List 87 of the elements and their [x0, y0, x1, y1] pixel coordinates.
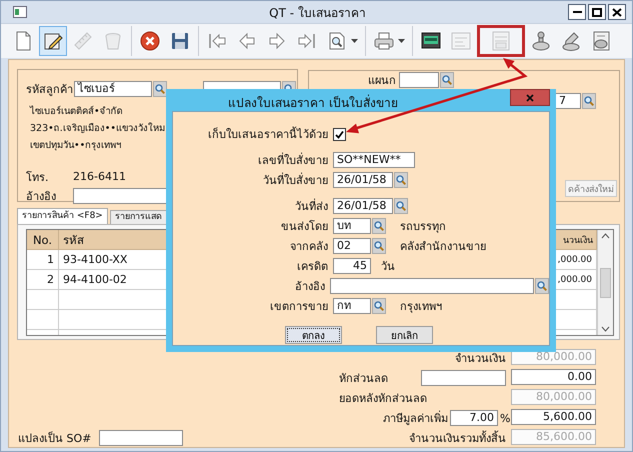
field-label: ภาษีมูลค่าเพิ่ม — [383, 410, 448, 427]
search-icon — [374, 241, 384, 251]
field-label: เก็บใบเสนอราคานี้ไว้ด้วย — [207, 126, 328, 143]
action-button[interactable]: ดค้างส่งใหม่ — [565, 180, 617, 197]
field-label: รหัสลูกค้า — [26, 82, 74, 98]
minimize-button[interactable] — [568, 4, 586, 20]
search-button[interactable] — [372, 298, 386, 314]
input-field[interactable]: ไซเบอร์ — [74, 80, 152, 96]
search-icon — [396, 201, 406, 211]
field-label: อ้างอิง — [26, 188, 57, 204]
scroll-down-icon[interactable] — [601, 326, 610, 332]
minimize-icon — [572, 11, 582, 13]
maximize-button[interactable] — [588, 4, 606, 20]
ruler-icon — [72, 30, 94, 52]
scrollbar-thumb[interactable] — [600, 268, 611, 298]
phone-number: 216-6411 — [73, 170, 126, 183]
dialog-button[interactable]: ตกลง — [285, 326, 342, 344]
search-icon — [155, 84, 165, 94]
window-title: QT - ใบเสนอราคา — [268, 4, 367, 22]
input-field[interactable]: บท — [333, 218, 371, 234]
input-field[interactable]: 5,600.00 — [511, 409, 596, 425]
search-icon — [537, 281, 547, 291]
form-icon — [450, 30, 472, 52]
search-icon — [584, 96, 594, 106]
table-cell: 2 — [27, 270, 59, 290]
search-icon — [396, 175, 406, 185]
input-field[interactable] — [330, 278, 534, 294]
field-label: โทร. — [26, 170, 50, 186]
field-description: กรุงเทพฯ — [400, 299, 442, 315]
search-button[interactable] — [372, 238, 386, 254]
input-field[interactable]: 02 — [333, 238, 371, 254]
input-field[interactable]: 26/01/58 — [333, 198, 393, 214]
search-icon — [442, 74, 452, 84]
stamp-icon — [530, 30, 552, 52]
input-field[interactable]: SO**NEW** — [333, 152, 415, 168]
field-label: ยอดหลังหักส่วนลด — [339, 391, 427, 407]
field-label: เขตการขาย — [269, 299, 328, 315]
search-button[interactable] — [582, 92, 596, 108]
caret-icon — [398, 39, 405, 43]
input-field[interactable]: 45 — [333, 258, 371, 274]
address-line: ไซเบอร์เนตติคส์•จำกัด — [30, 104, 123, 119]
field-label: หักส่วนลด — [339, 371, 388, 387]
cancel-icon — [139, 30, 161, 52]
close-button[interactable] — [608, 4, 626, 20]
field-label: วันที่ใบสั่งขาย — [262, 172, 328, 189]
search-button[interactable] — [372, 218, 386, 234]
input-field[interactable]: กท — [333, 298, 371, 314]
printer-icon — [373, 30, 395, 52]
input-field[interactable]: 26/01/58 — [333, 172, 393, 188]
search-button[interactable] — [394, 172, 408, 188]
table-cell: 1 — [27, 250, 59, 270]
search-button[interactable] — [394, 198, 408, 214]
checkbox[interactable] — [333, 128, 346, 140]
search-icon — [374, 221, 384, 231]
field-label: เลขที่ใบสั่งขาย — [257, 152, 328, 169]
close-icon — [526, 94, 534, 102]
app-icon — [13, 6, 27, 18]
tab[interactable]: รายการสินค้า <F8> — [17, 208, 108, 224]
input-field[interactable] — [399, 72, 439, 88]
field-label: จำนวนเงิน — [455, 351, 506, 367]
address-line: 323•ถ.เจริญเมือง••แขวงวังใหม — [30, 122, 165, 136]
caret-icon — [351, 39, 358, 43]
pen-icon — [560, 30, 582, 52]
search-button[interactable] — [440, 72, 454, 88]
input-field[interactable]: 7 — [555, 92, 581, 108]
scrollbar[interactable] — [597, 230, 613, 335]
search-icon — [374, 301, 384, 311]
field-label: วันที่ส่ง — [294, 198, 328, 215]
toolbar-button[interactable] — [39, 26, 67, 56]
dialog-button[interactable]: ยกเลิก — [376, 326, 433, 344]
dialog-title: แปลงใบเสนอราคา เป็นใบสั่งขาย — [228, 97, 398, 110]
maximize-icon — [592, 8, 602, 16]
search-button[interactable] — [153, 80, 167, 96]
column-header: No. — [27, 230, 59, 250]
document-icon — [490, 30, 512, 52]
tab[interactable]: รายการแสด — [110, 210, 167, 224]
search-button[interactable] — [535, 278, 549, 294]
field-label: แปลงเป็น SO# — [18, 430, 92, 447]
scroll-up-icon[interactable] — [601, 233, 610, 239]
input-field[interactable]: 7.00 — [450, 410, 498, 426]
input-field[interactable] — [99, 430, 184, 446]
field-label: แผนก — [367, 72, 396, 88]
address-line: เขตปทุมวัน••กรุงเทพฯ — [30, 139, 122, 153]
input-field[interactable] — [421, 370, 506, 386]
input-field[interactable]: 0.00 — [511, 369, 596, 385]
close-icon — [612, 8, 622, 16]
field-label: จำนวนเงินรวมทั้งสิ้น — [409, 430, 506, 447]
